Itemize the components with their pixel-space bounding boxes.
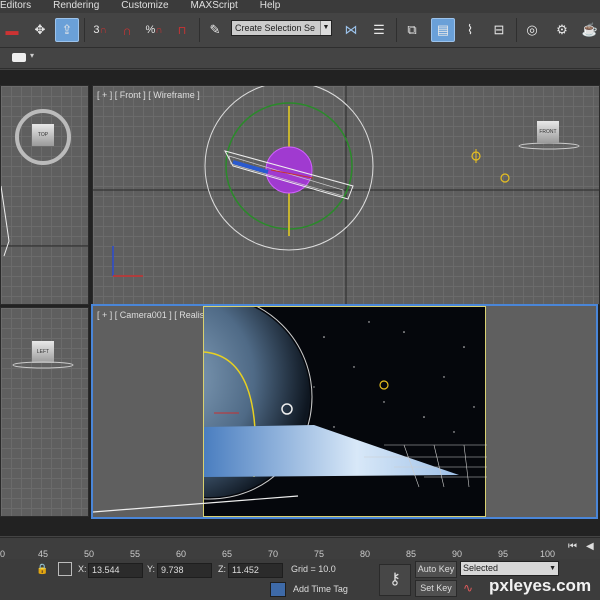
material-editor-icon[interactable]: ◎ bbox=[520, 18, 544, 42]
go-to-start-icon[interactable]: ⏮ bbox=[568, 541, 577, 552]
timeline-tick: 60 bbox=[176, 549, 187, 559]
ribbon-bar: ▾ bbox=[0, 49, 600, 69]
front-view-geometry bbox=[93, 86, 599, 304]
menu-rendering[interactable]: Rendering bbox=[53, 0, 99, 13]
y-label: Y: bbox=[147, 564, 156, 574]
lock-selection-icon[interactable]: 🔒 bbox=[36, 564, 48, 575]
timeline-tick: 90 bbox=[452, 549, 463, 559]
previous-frame-icon[interactable]: ◀ bbox=[586, 541, 594, 552]
timeline-tick: 85 bbox=[406, 549, 417, 559]
timeline-tick: 55 bbox=[130, 549, 141, 559]
key-filters-icon[interactable]: ∿ bbox=[463, 581, 473, 595]
viewport-front[interactable]: [ + ] [ Front ] [ Wireframe ] FRONT bbox=[92, 85, 600, 305]
timeline-tick: 45 bbox=[38, 549, 49, 559]
set-key-icon[interactable]: ⚷ bbox=[379, 564, 411, 596]
left-view-geometry bbox=[12, 361, 74, 369]
watermark: pxleyes.com bbox=[489, 576, 592, 595]
layer-manager-icon[interactable]: ⧉ bbox=[400, 18, 424, 42]
move-icon[interactable]: ✥ bbox=[28, 18, 52, 42]
viewport-area: TOP [ + ] [ Front ] [ Wireframe ] FRONT … bbox=[0, 70, 600, 536]
graphite-toolbar-icon[interactable]: ▤ bbox=[431, 18, 455, 42]
main-toolbar: ▬ ✥ ⇪ 3 ∩ ∩ % ∩ ⊓ ✎ Create Selection Se ▼ … bbox=[0, 13, 600, 48]
timeline-tick: 0 bbox=[0, 549, 6, 559]
timeline-tick: 65 bbox=[222, 549, 233, 559]
mirror-icon[interactable]: ⋈ bbox=[339, 18, 363, 42]
menu-help[interactable]: Help bbox=[260, 0, 281, 13]
edit-named-selection-icon[interactable]: ✎ bbox=[203, 18, 227, 42]
timeline-tick: 80 bbox=[360, 549, 371, 559]
curve-editor-icon[interactable]: ⌇ bbox=[458, 18, 482, 42]
viewcube-front[interactable]: FRONT bbox=[537, 121, 559, 143]
camera-wire-overlay bbox=[93, 495, 299, 513]
y-coordinate-field[interactable]: 9.738 bbox=[157, 563, 212, 578]
timeline-tick: 70 bbox=[268, 549, 279, 559]
timeline-tick: 100 bbox=[540, 549, 556, 559]
key-mode-dropdown[interactable]: Selected ▼ bbox=[460, 561, 559, 576]
percent-snap-icon[interactable]: % ∩ bbox=[142, 18, 166, 42]
absolute-mode-icon[interactable] bbox=[58, 562, 72, 576]
angle-snap-icon[interactable]: ∩ bbox=[115, 18, 139, 42]
viewport-top[interactable]: TOP bbox=[0, 85, 89, 305]
menu-maxscript[interactable]: MAXScript bbox=[191, 0, 238, 13]
menu-editors[interactable]: Editors bbox=[0, 0, 31, 13]
render-setup-icon[interactable]: ⚙ bbox=[550, 18, 574, 42]
timeline-tick: 75 bbox=[314, 549, 325, 559]
add-time-tag-button[interactable]: Add Time Tag bbox=[293, 584, 348, 594]
ribbon-dropdown-icon[interactable]: ▾ bbox=[30, 51, 34, 60]
x-label: X: bbox=[78, 564, 87, 574]
selection-set-dropdown[interactable]: Create Selection Se ▼ bbox=[231, 20, 332, 36]
set-key-button[interactable]: Set Key bbox=[415, 580, 457, 597]
schematic-view-icon[interactable]: ⊟ bbox=[487, 18, 511, 42]
z-coordinate-field[interactable]: 11.452 bbox=[228, 563, 283, 578]
grid-size-display: Grid = 10.0 bbox=[288, 563, 374, 578]
menu-bar: Editors Rendering Customize MAXScript He… bbox=[0, 0, 600, 13]
link-icon[interactable]: ▬ bbox=[0, 18, 24, 42]
align-icon[interactable]: ☰ bbox=[367, 18, 391, 42]
ribbon-toggle-icon[interactable] bbox=[12, 53, 26, 62]
render-icon[interactable]: ☕ bbox=[578, 18, 600, 42]
auto-key-button[interactable]: Auto Key bbox=[415, 561, 457, 578]
timeline-tick: 95 bbox=[498, 549, 509, 559]
chevron-down-icon[interactable]: ▼ bbox=[320, 21, 331, 35]
z-label: Z: bbox=[218, 564, 226, 574]
select-manipulate-icon[interactable]: ⇪ bbox=[55, 18, 79, 42]
timeline-tick: 50 bbox=[84, 549, 95, 559]
menu-customize[interactable]: Customize bbox=[121, 0, 168, 13]
chevron-down-icon[interactable]: ▼ bbox=[549, 562, 556, 575]
timeline-ruler[interactable]: 0 45 50 55 60 65 70 75 80 85 90 95 100 ⏮… bbox=[0, 537, 600, 559]
top-view-geometry bbox=[1, 185, 88, 257]
time-tag-icon[interactable] bbox=[270, 582, 286, 597]
spinner-snap-icon[interactable]: ⊓ bbox=[170, 18, 194, 42]
snap-toggle-icon[interactable]: 3 ∩ bbox=[88, 18, 112, 42]
x-coordinate-field[interactable]: 13.544 bbox=[88, 563, 143, 578]
viewport-camera[interactable]: [ + ] [ Camera001 ] [ Realistic ] bbox=[91, 304, 598, 519]
viewport-left[interactable]: LEFT bbox=[0, 307, 89, 517]
